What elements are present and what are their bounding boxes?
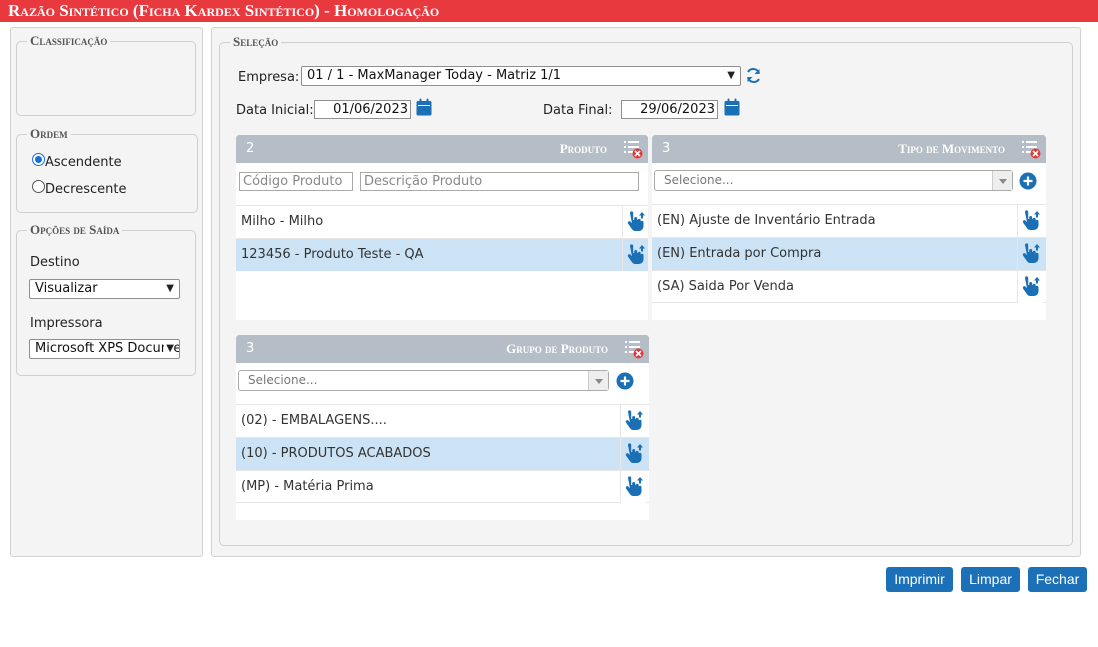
list-item[interactable]: (EN) Entrada por Compra xyxy=(652,237,1046,270)
tipo-movimento-box: 3 Tipo de Movimento Selecione... (EN) Aj… xyxy=(652,135,1046,320)
produto-item-label: 123456 - Produto Teste - QA xyxy=(241,247,424,262)
ascendente-label[interactable]: Ascendente xyxy=(45,155,122,170)
grupo-produto-item-label: (02) - EMBALAGENS.... xyxy=(241,413,387,428)
select-item-button[interactable] xyxy=(622,206,648,238)
refresh-icon[interactable] xyxy=(745,67,762,84)
data-inicial-label: Data Inicial: xyxy=(236,103,314,118)
add-icon[interactable] xyxy=(1019,172,1037,190)
list-item[interactable]: Milho - Milho xyxy=(236,205,648,238)
data-final-label: Data Final: xyxy=(543,103,613,118)
chevron-down-icon: ▼ xyxy=(164,340,174,358)
opcoes-saida-legend: Opções de Saída xyxy=(30,222,120,237)
grupo-produto-item-label: (MP) - Matéria Prima xyxy=(241,479,374,494)
tipo-movimento-item-label: (SA) Saida Por Venda xyxy=(657,279,794,294)
hand-pointer-icon xyxy=(1022,210,1040,230)
select-item-button[interactable] xyxy=(1017,238,1043,270)
calendar-icon[interactable] xyxy=(416,98,432,116)
data-inicial-input[interactable]: 01/06/2023 xyxy=(314,100,411,119)
clear-list-icon[interactable] xyxy=(622,138,644,160)
tipo-movimento-item-label: (EN) Ajuste de Inventário Entrada xyxy=(657,213,876,228)
limpar-button[interactable]: Limpar xyxy=(961,567,1020,592)
grupo-produto-box: 3 Grupo de Produto Selecione... (02) - E… xyxy=(236,335,649,520)
tipo-movimento-count: 3 xyxy=(662,141,671,156)
clear-list-icon[interactable] xyxy=(623,338,645,360)
produto-box: 2 Produto Código Produto Descrição Produ… xyxy=(236,135,648,320)
chevron-down-icon[interactable] xyxy=(992,171,1012,190)
produto-count: 2 xyxy=(246,141,255,156)
chevron-down-icon: ▼ xyxy=(166,283,174,294)
impressora-value: Microsoft XPS Document Writer xyxy=(35,341,179,356)
empresa-select[interactable]: 01 / 1 - MaxManager Today - Matriz 1/1 ▼ xyxy=(301,66,741,86)
destino-select[interactable]: Visualizar ▼ xyxy=(29,279,180,299)
hand-pointer-icon xyxy=(625,410,643,430)
hand-pointer-icon xyxy=(1022,276,1040,296)
impressora-select[interactable]: Microsoft XPS Document Writer ▼ xyxy=(29,339,180,359)
tipo-movimento-title: Tipo de Movimento xyxy=(898,141,1005,156)
tipo-movimento-item-label: (EN) Entrada por Compra xyxy=(657,246,822,261)
grupo-produto-title: Grupo de Produto xyxy=(506,341,608,356)
window-title: Razão Sintético (Ficha Kardex Sintético)… xyxy=(0,0,1098,22)
select-item-button[interactable] xyxy=(620,438,646,470)
add-icon[interactable] xyxy=(616,372,634,390)
select-item-button[interactable] xyxy=(622,239,648,271)
grupo-produto-item-label: (10) - PRODUTOS ACABADOS xyxy=(241,446,431,461)
radio-ascendente[interactable] xyxy=(32,153,45,166)
list-item[interactable]: (MP) - Matéria Prima xyxy=(236,470,649,503)
data-final-input[interactable]: 29/06/2023 xyxy=(621,100,718,119)
grupo-produto-select[interactable]: Selecione... xyxy=(238,370,609,391)
destino-value: Visualizar xyxy=(35,281,98,296)
tipo-movimento-placeholder: Selecione... xyxy=(664,173,734,187)
grupo-produto-header: 3 Grupo de Produto xyxy=(236,335,649,363)
list-item[interactable]: 123456 - Produto Teste - QA xyxy=(236,238,648,271)
list-item[interactable]: (10) - PRODUTOS ACABADOS xyxy=(236,437,649,470)
chevron-down-icon: ▼ xyxy=(727,70,735,81)
grupo-produto-count: 3 xyxy=(246,341,255,356)
chevron-down-icon[interactable] xyxy=(588,371,608,390)
hand-pointer-icon xyxy=(625,443,643,463)
select-item-button[interactable] xyxy=(620,471,646,503)
descricao-produto-input[interactable]: Descrição Produto xyxy=(360,172,639,191)
selecao-legend: Seleção xyxy=(233,34,279,49)
produto-title: Produto xyxy=(559,141,607,156)
destino-label: Destino xyxy=(30,255,80,270)
list-item[interactable]: (EN) Ajuste de Inventário Entrada xyxy=(652,204,1046,237)
grupo-produto-placeholder: Selecione... xyxy=(248,373,318,387)
classificacao-fieldset: Classificação xyxy=(16,33,196,116)
hand-pointer-icon xyxy=(627,244,645,264)
imprimir-button[interactable]: Imprimir xyxy=(886,567,953,592)
fechar-button[interactable]: Fechar xyxy=(1028,567,1087,592)
list-item[interactable]: (SA) Saida Por Venda xyxy=(652,270,1046,303)
select-item-button[interactable] xyxy=(620,405,646,437)
radio-decrescente[interactable] xyxy=(32,180,45,193)
empresa-label: Empresa: xyxy=(238,70,300,85)
impressora-label: Impressora xyxy=(30,316,103,331)
tipo-movimento-header: 3 Tipo de Movimento xyxy=(652,135,1046,163)
clear-list-icon[interactable] xyxy=(1020,138,1042,160)
hand-pointer-icon xyxy=(1022,243,1040,263)
hand-pointer-icon xyxy=(627,211,645,231)
calendar-icon[interactable] xyxy=(724,98,740,116)
classificacao-legend: Classificação xyxy=(30,33,108,48)
tipo-movimento-select[interactable]: Selecione... xyxy=(654,170,1013,191)
select-item-button[interactable] xyxy=(1017,205,1043,237)
select-item-button[interactable] xyxy=(1017,271,1043,303)
hand-pointer-icon xyxy=(625,476,643,496)
ordem-legend: Ordem xyxy=(30,126,68,141)
left-panel: Classificação Ordem Ascendente Decrescen… xyxy=(10,27,203,557)
empresa-value: 01 / 1 - MaxManager Today - Matriz 1/1 xyxy=(307,68,562,83)
codigo-produto-input[interactable]: Código Produto xyxy=(239,172,353,191)
decrescente-label[interactable]: Decrescente xyxy=(45,182,126,197)
list-item[interactable]: (02) - EMBALAGENS.... xyxy=(236,404,649,437)
produto-header: 2 Produto xyxy=(236,135,648,163)
produto-item-label: Milho - Milho xyxy=(241,214,324,229)
